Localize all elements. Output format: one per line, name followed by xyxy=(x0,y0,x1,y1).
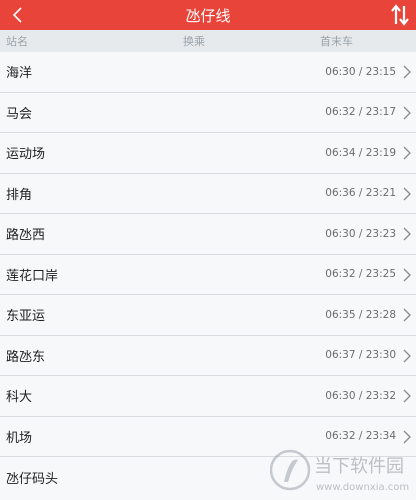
first-last-time: 06:30 / 23:23 xyxy=(325,227,396,240)
swap-direction-button[interactable] xyxy=(390,4,410,26)
station-row[interactable]: 海洋 06:30 / 23:15 xyxy=(0,52,416,93)
swap-direction-icon xyxy=(391,4,409,26)
page-title: 氹仔线 xyxy=(185,6,231,25)
back-button[interactable] xyxy=(6,3,30,27)
station-name: 莲花口岸 xyxy=(6,268,59,284)
first-last-time: 06:30 / 23:32 xyxy=(325,389,396,402)
station-row[interactable]: 路氹西 06:30 / 23:23 xyxy=(0,214,416,255)
first-last-time: 06:30 / 23:15 xyxy=(325,65,396,78)
app-header: 氹仔线 xyxy=(0,0,416,30)
first-last-time: 06:35 / 23:28 xyxy=(325,308,396,321)
transfer-column-label: 换乘 xyxy=(183,35,205,48)
chevron-right-icon xyxy=(403,227,411,241)
watermark-logo: 当下软件园 www.downxia.com xyxy=(270,449,409,493)
first-last-column-label: 首末车 xyxy=(320,35,353,48)
chevron-right-icon xyxy=(403,308,411,322)
chevron-right-icon xyxy=(403,349,411,362)
station-row[interactable]: 莲花口岸 06:32 / 23:25 xyxy=(0,255,416,295)
chevron-right-icon xyxy=(403,187,411,200)
station-list: 海洋 06:30 / 23:15 马会 06:32 / 23:17 运动场 06… xyxy=(0,52,416,498)
station-name: 排角 xyxy=(6,187,33,203)
station-column-label: 站名 xyxy=(6,35,28,48)
station-row[interactable]: 东亚运 06:35 / 23:28 xyxy=(0,295,416,336)
first-last-time: 06:36 / 23:21 xyxy=(325,187,396,200)
chevron-right-icon xyxy=(403,389,411,403)
first-last-time: 06:34 / 23:19 xyxy=(325,146,396,159)
station-name: 机场 xyxy=(6,430,33,446)
first-last-time: 06:32 / 23:34 xyxy=(325,430,396,443)
first-last-time: 06:37 / 23:30 xyxy=(325,349,396,362)
station-name: 运动场 xyxy=(6,147,46,163)
chevron-right-icon xyxy=(403,65,411,79)
chevron-right-icon xyxy=(403,268,411,281)
station-name: 氹仔码头 xyxy=(6,471,59,487)
station-name: 科大 xyxy=(6,390,33,406)
station-name: 马会 xyxy=(6,106,33,122)
station-row[interactable]: 科大 06:30 / 23:32 xyxy=(0,376,416,417)
chevron-right-icon xyxy=(403,146,411,160)
column-header: 站名 换乘 首末车 xyxy=(0,30,416,52)
chevron-right-icon xyxy=(403,106,411,119)
station-row[interactable]: 马会 06:32 / 23:17 xyxy=(0,93,416,133)
station-row[interactable]: 路氹东 06:37 / 23:30 xyxy=(0,336,416,376)
station-name: 路氹东 xyxy=(6,349,46,365)
watermark-brand: 当下软件园 xyxy=(314,456,404,477)
station-row[interactable]: 排角 06:36 / 23:21 xyxy=(0,174,416,214)
station-name: 海洋 xyxy=(6,66,33,82)
station-row[interactable]: 运动场 06:34 / 23:19 xyxy=(0,133,416,174)
watermark-url: www.downxia.com xyxy=(316,482,409,493)
station-name: 路氹西 xyxy=(6,228,46,244)
first-last-time: 06:32 / 23:25 xyxy=(325,268,396,281)
first-last-time: 06:32 / 23:17 xyxy=(325,106,396,119)
back-arrow-icon xyxy=(12,7,22,23)
station-name: 东亚运 xyxy=(6,309,46,325)
